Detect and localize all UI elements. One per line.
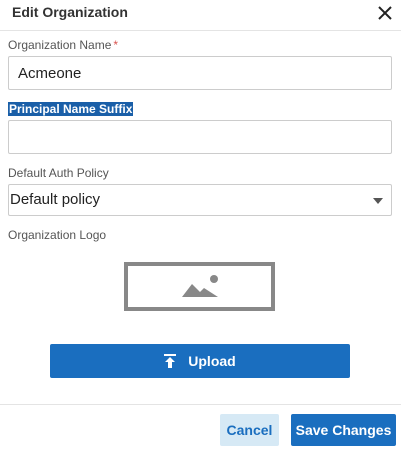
required-mark: * xyxy=(113,38,119,52)
upload-button-label: Upload xyxy=(188,353,236,369)
auth-policy-selected: Default policy xyxy=(10,191,101,208)
principal-suffix-input[interactable] xyxy=(8,120,392,154)
close-button[interactable] xyxy=(374,2,396,24)
org-name-label-text: Organization Name xyxy=(8,38,112,52)
auth-policy-label: Default Auth Policy xyxy=(8,166,109,180)
image-placeholder-icon xyxy=(182,275,218,297)
auth-policy-select[interactable]: Default policy xyxy=(8,184,392,216)
chevron-down-icon xyxy=(373,198,383,204)
logo-preview xyxy=(124,262,275,311)
upload-icon xyxy=(164,354,177,368)
save-changes-button[interactable]: Save Changes xyxy=(291,414,396,446)
dialog-header: Edit Organization xyxy=(0,0,401,31)
close-icon xyxy=(378,6,392,20)
org-name-label: Organization Name * xyxy=(8,38,118,52)
org-logo-label: Organization Logo xyxy=(8,228,107,242)
upload-button[interactable]: Upload xyxy=(50,344,350,378)
footer-divider xyxy=(0,404,401,405)
cancel-button[interactable]: Cancel xyxy=(220,414,279,446)
principal-suffix-label: Principal Name Suffix xyxy=(8,102,134,116)
dialog-title: Edit Organization xyxy=(12,4,128,20)
org-name-input[interactable] xyxy=(8,56,392,90)
